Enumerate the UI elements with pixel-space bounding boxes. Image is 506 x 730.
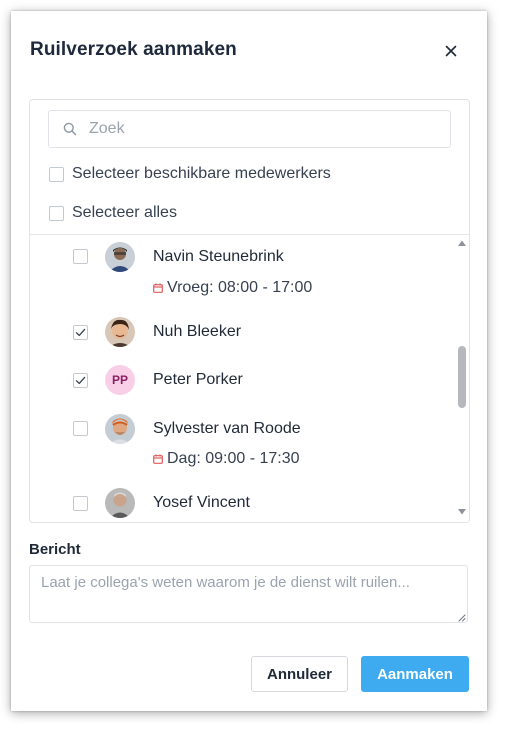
close-button[interactable] — [441, 41, 461, 61]
checkmark-icon — [75, 328, 86, 337]
employee-name: Nuh Bleeker — [153, 323, 242, 340]
cancel-button[interactable]: Annuleer — [251, 656, 348, 692]
employee-checkbox[interactable] — [73, 496, 88, 511]
employee-selection-panel: Selecteer beschikbare medewerkers Select… — [29, 99, 470, 523]
shift-time: Dag: 09:00 - 17:30 — [167, 450, 300, 467]
create-button[interactable]: Aanmaken — [361, 656, 469, 692]
employee-checkbox[interactable] — [73, 325, 88, 340]
employee-name: Navin Steunebrink — [153, 248, 284, 265]
select-available-checkbox[interactable] — [49, 167, 64, 182]
search-icon — [63, 122, 77, 136]
employee-checkbox[interactable] — [73, 373, 88, 388]
employee-checkbox[interactable] — [73, 421, 88, 436]
calendar-icon — [153, 283, 163, 293]
employee-list: Navin Steunebrink Vroeg: 08:00 - 17:00 N… — [30, 235, 469, 522]
employee-shift: Vroeg: 08:00 - 17:00 — [153, 279, 312, 297]
shift-time: Vroeg: 08:00 - 17:00 — [167, 279, 313, 296]
close-icon — [445, 45, 457, 57]
scroll-down-arrow-icon[interactable] — [457, 508, 467, 516]
select-all-checkbox[interactable] — [49, 206, 64, 221]
initials-avatar: PP — [105, 365, 135, 395]
avatar — [105, 317, 135, 347]
calendar-icon — [153, 454, 163, 464]
resize-handle-icon[interactable] — [458, 614, 466, 622]
employee-checkbox[interactable] — [73, 249, 88, 264]
search-input[interactable] — [87, 117, 441, 141]
avatar — [105, 488, 135, 518]
employee-name: Peter Porker — [153, 371, 243, 388]
avatar — [105, 414, 135, 444]
select-all-label: Selecteer alles — [72, 204, 177, 221]
search-box — [48, 110, 451, 148]
message-textarea[interactable] — [29, 565, 468, 623]
create-swap-request-dialog: Ruilverzoek aanmaken Selecteer beschikba… — [11, 11, 487, 711]
scroll-up-arrow-icon[interactable] — [457, 239, 467, 247]
dialog-title: Ruilverzoek aanmaken — [30, 39, 237, 60]
message-label: Bericht — [29, 541, 81, 558]
list-scrollbar[interactable] — [455, 235, 469, 522]
employee-name: Yosef Vincent — [153, 494, 250, 511]
checkmark-icon — [75, 376, 86, 385]
employee-name: Sylvester van Roode — [153, 420, 301, 437]
employee-shift: Dag: 09:00 - 17:30 — [153, 450, 300, 468]
avatar — [105, 242, 135, 272]
scrollbar-thumb[interactable] — [458, 346, 466, 408]
select-available-label: Selecteer beschikbare medewerkers — [72, 165, 331, 182]
